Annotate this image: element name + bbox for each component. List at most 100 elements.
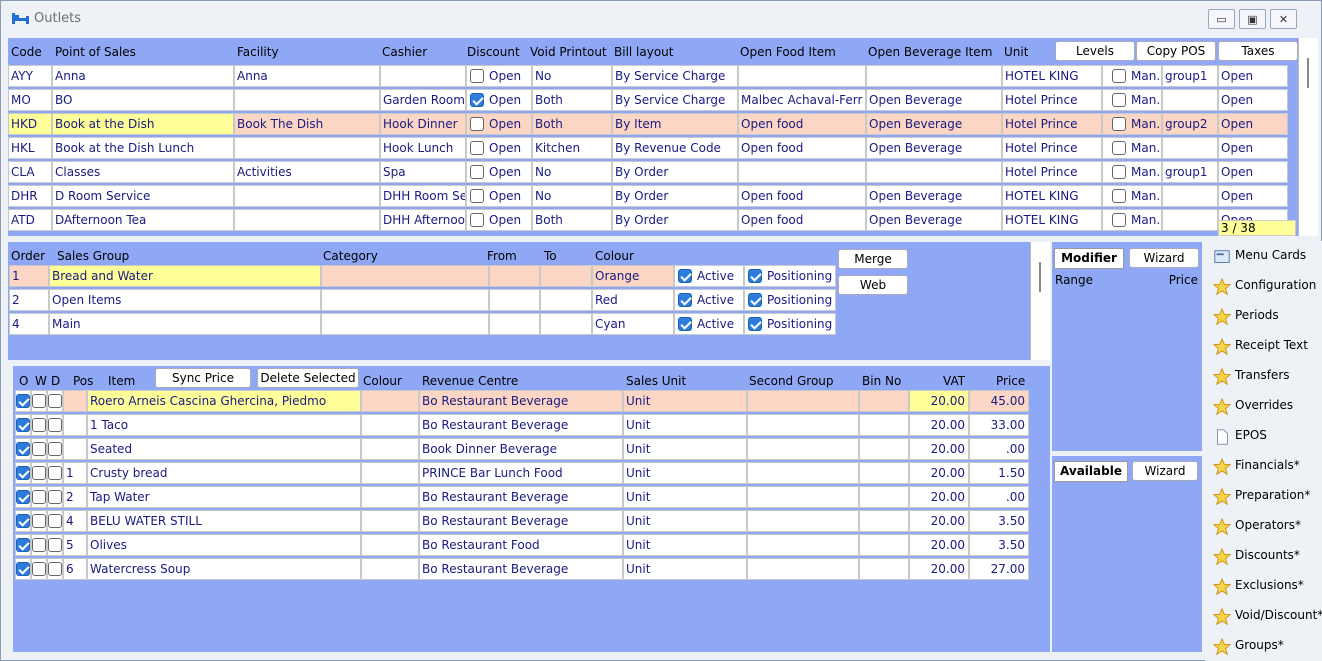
active-checkbox[interactable]	[678, 269, 692, 283]
flag-d-checkbox[interactable]	[48, 466, 62, 480]
table-row[interactable]: MO BO Garden Room Open Both By Service Charge…	[8, 88, 1298, 112]
sidebar-item-epos[interactable]: EPOS	[1205, 421, 1322, 451]
copy-pos-button[interactable]: Copy POS	[1136, 41, 1216, 61]
flag-o-checkbox[interactable]	[16, 538, 30, 552]
flag-o-checkbox[interactable]	[16, 466, 30, 480]
table-row[interactable]: ATD DAfternoon Tea DHH Afternoo Open Both By …	[8, 208, 1298, 232]
discount-checkbox[interactable]	[470, 141, 484, 155]
discount-checkbox[interactable]	[470, 189, 484, 203]
flag-o-checkbox[interactable]	[16, 490, 30, 504]
groups-scrollbar[interactable]	[1030, 242, 1050, 360]
cell-empty	[321, 265, 489, 287]
maximize-button[interactable]: ▣	[1239, 9, 1266, 29]
flag-d-checkbox[interactable]	[48, 538, 62, 552]
flag-w-checkbox[interactable]	[32, 562, 46, 576]
flag-d-checkbox[interactable]	[48, 490, 62, 504]
table-row[interactable]: 5 Olives Bo Restaurant Food Unit 20.00 3.50	[13, 533, 1033, 557]
manual-checkbox[interactable]	[1112, 117, 1126, 131]
sidebar-item-transfers[interactable]: Transfers	[1205, 361, 1322, 391]
table-row[interactable]: 6 Watercress Soup Bo Restaurant Beverage Un…	[13, 557, 1033, 581]
sync-price-button[interactable]: Sync Price	[155, 368, 251, 388]
active-checkbox[interactable]	[678, 293, 692, 307]
table-row[interactable]: 1 Crusty bread PRINCE Bar Lunch Food Unit 20…	[13, 461, 1033, 485]
table-row[interactable]: DHR D Room Service DHH Room Se Open No By Ord…	[8, 184, 1298, 208]
table-row[interactable]: 2 Open Items Red Active Positioning	[8, 288, 838, 312]
cell-bev: Open Beverage	[866, 137, 1002, 159]
flag-w-checkbox[interactable]	[32, 442, 46, 456]
discount-checkbox[interactable]	[470, 69, 484, 83]
positioning-checkbox[interactable]	[748, 269, 762, 283]
outlets-scrollbar[interactable]	[1298, 38, 1318, 236]
flag-o-checkbox[interactable]	[16, 418, 30, 432]
cell-revenue: Book Dinner Beverage	[419, 438, 623, 460]
close-button[interactable]: ✕	[1270, 9, 1297, 29]
table-row[interactable]: 4 BELU WATER STILL Bo Restaurant Beverage U…	[13, 509, 1033, 533]
flag-w-checkbox[interactable]	[32, 538, 46, 552]
sidebar-item-void-discount[interactable]: Void/Discount*	[1205, 601, 1322, 631]
sidebar-item-overrides[interactable]: Overrides	[1205, 391, 1322, 421]
modifier-tab[interactable]: Modifier	[1054, 248, 1124, 269]
positioning-cell: Positioning	[744, 265, 836, 287]
flag-d-checkbox[interactable]	[48, 442, 62, 456]
cell-void: Both	[532, 113, 612, 135]
cell-pos: Book at the Dish	[52, 113, 234, 135]
discount-checkbox[interactable]	[470, 165, 484, 179]
table-row[interactable]: HKL Book at the Dish Lunch Hook Lunch Open K…	[8, 136, 1298, 160]
sidebar-item-preparation[interactable]: Preparation*	[1205, 481, 1322, 511]
sidebar-item-configuration[interactable]: Configuration	[1205, 271, 1322, 301]
table-row[interactable]: HKD Book at the Dish Book The Dish Hook Din…	[8, 112, 1298, 136]
flag-o-checkbox[interactable]	[16, 514, 30, 528]
flag-w-checkbox[interactable]	[32, 394, 46, 408]
levels-button[interactable]: Levels	[1055, 41, 1135, 61]
flag-d-checkbox[interactable]	[48, 514, 62, 528]
flag-w-checkbox[interactable]	[32, 466, 46, 480]
sidebar-item-receipt-text[interactable]: Receipt Text	[1205, 331, 1322, 361]
discount-checkbox[interactable]	[470, 93, 484, 107]
flag-cell	[47, 510, 63, 532]
merge-button[interactable]: Merge	[838, 249, 908, 269]
discount-checkbox[interactable]	[470, 213, 484, 227]
discount-checkbox[interactable]	[470, 117, 484, 131]
minimize-button[interactable]: ▭	[1208, 9, 1235, 29]
sidebar-item-exclusions[interactable]: Exclusions*	[1205, 571, 1322, 601]
taxes-button[interactable]: Taxes	[1218, 41, 1298, 61]
table-row[interactable]: CLA Classes Activities Spa Open No By Order Hot…	[8, 160, 1298, 184]
flag-o-checkbox[interactable]	[16, 562, 30, 576]
available-tab[interactable]: Available	[1054, 461, 1128, 482]
manual-checkbox[interactable]	[1112, 165, 1126, 179]
delete-selected-button[interactable]: Delete Selected	[257, 368, 359, 388]
table-row[interactable]: 1 Taco Bo Restaurant Beverage Unit 20.00 33.…	[13, 413, 1033, 437]
flag-d-checkbox[interactable]	[48, 418, 62, 432]
sidebar-item-discounts[interactable]: Discounts*	[1205, 541, 1322, 571]
table-row[interactable]: 2 Tap Water Bo Restaurant Beverage Unit 20.0…	[13, 485, 1033, 509]
flag-w-checkbox[interactable]	[32, 490, 46, 504]
manual-checkbox[interactable]	[1112, 93, 1126, 107]
flag-o-checkbox[interactable]	[16, 442, 30, 456]
sidebar-item-operators[interactable]: Operators*	[1205, 511, 1322, 541]
manual-checkbox[interactable]	[1112, 213, 1126, 227]
sidebar-item-periods[interactable]: Periods	[1205, 301, 1322, 331]
column-header-o: O	[19, 374, 29, 388]
active-checkbox[interactable]	[678, 317, 692, 331]
table-row[interactable]: Seated Book Dinner Beverage Unit 20.00.00	[13, 437, 1033, 461]
sidebar-item-financials[interactable]: Financials*	[1205, 451, 1322, 481]
sidebar-item-menu-cards[interactable]: Menu Cards	[1205, 241, 1322, 271]
table-row[interactable]: 4 Main Cyan Active Positioning	[8, 312, 838, 336]
manual-checkbox[interactable]	[1112, 69, 1126, 83]
web-button[interactable]: Web	[838, 275, 908, 295]
positioning-checkbox[interactable]	[748, 293, 762, 307]
manual-checkbox[interactable]	[1112, 189, 1126, 203]
flag-d-checkbox[interactable]	[48, 394, 62, 408]
table-row[interactable]: 1 Bread and Water Orange Active Positioning	[8, 264, 838, 288]
positioning-checkbox[interactable]	[748, 317, 762, 331]
table-row[interactable]: Roero Arneis Cascina Ghercina, Piedmo Bo …	[13, 389, 1033, 413]
manual-checkbox[interactable]	[1112, 141, 1126, 155]
table-row[interactable]: AYY Anna Anna Open No By Service Charge HOTEL …	[8, 64, 1298, 88]
sidebar-item-groups[interactable]: Groups*	[1205, 631, 1322, 661]
flag-d-checkbox[interactable]	[48, 562, 62, 576]
flag-o-checkbox[interactable]	[16, 394, 30, 408]
flag-w-checkbox[interactable]	[32, 418, 46, 432]
modifier-wizard-button[interactable]: Wizard	[1129, 248, 1199, 268]
flag-w-checkbox[interactable]	[32, 514, 46, 528]
available-wizard-button[interactable]: Wizard	[1132, 461, 1198, 481]
